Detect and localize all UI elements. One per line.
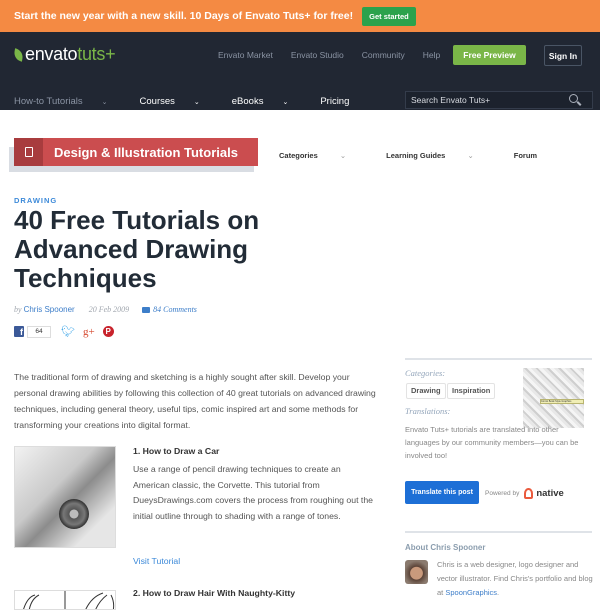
about-author-text: Chris is a web designer, logo designer a…	[437, 558, 597, 600]
publish-date: 20 Feb 2009	[88, 305, 130, 314]
nav-pricing[interactable]: Pricing	[320, 96, 365, 107]
subnav-forum[interactable]: Forum	[514, 151, 537, 160]
chevron-down-icon: ⌄	[282, 99, 289, 106]
chevron-down-icon: ⌄	[339, 151, 347, 160]
article-title: 40 Free Tutorials on Advanced Drawing Te…	[14, 205, 260, 293]
leaf-icon	[13, 47, 24, 62]
category-icon-box	[14, 138, 43, 166]
link-community[interactable]: Community	[362, 50, 405, 60]
document-icon	[24, 147, 33, 157]
free-preview-button[interactable]: Free Preview	[453, 45, 526, 65]
comment-icon	[142, 306, 151, 313]
car-thumbnail[interactable]	[14, 446, 116, 548]
hair-thumbnail[interactable]	[14, 590, 116, 610]
facebook-icon[interactable]: f	[14, 326, 24, 337]
link-help[interactable]: Help	[423, 50, 440, 60]
tag-drawing[interactable]: Drawing	[406, 383, 446, 399]
category-title: Design & Illustration Tutorials	[54, 144, 238, 160]
hair-sketch-image	[23, 591, 115, 609]
nav-label: Courses	[139, 96, 175, 107]
item-title: 1. How to Draw a Car	[133, 446, 220, 456]
powered-by-label: Powered by	[485, 490, 520, 497]
sidebar-divider	[405, 531, 592, 533]
car-wheel-image	[59, 499, 89, 529]
nav-label: eBooks	[231, 96, 264, 107]
article-intro: The traditional form of drawing and sket…	[14, 372, 376, 430]
powered-by-native[interactable]: Powered by native	[485, 488, 564, 499]
link-envato-studio[interactable]: Envato Studio	[291, 50, 344, 60]
link-envato-market[interactable]: Envato Market	[218, 50, 273, 60]
nav-label: How-to Tutorials	[14, 96, 83, 107]
chevron-down-icon: ⌄	[101, 99, 108, 106]
item-title: 2. How to Draw Hair With Naughty-Kitty	[133, 588, 296, 598]
nav-courses[interactable]: Courses ⌄	[140, 96, 216, 107]
subnav-learning-guides[interactable]: Learning Guides ⌄	[386, 151, 494, 160]
native-logo-icon	[524, 488, 534, 499]
envato-tuts-logo[interactable]: envato tuts+	[13, 44, 116, 65]
about-author-title: About Chris Spooner	[405, 543, 486, 552]
spoongraphics-link[interactable]: SpoonGraphics	[445, 588, 497, 597]
author-link[interactable]: Chris Spooner	[24, 305, 75, 314]
social-share: f 64 🐦︎ g+ P	[14, 325, 114, 338]
nav-label: Pricing	[320, 96, 350, 107]
comments-link[interactable]: 84 Comments	[153, 305, 197, 314]
sign-in-button[interactable]: Sign In	[544, 45, 582, 66]
google-plus-icon[interactable]: g+	[83, 326, 95, 338]
facebook-count: 64	[27, 325, 51, 338]
site-header: envato tuts+ Envato Market Envato Studio…	[0, 32, 600, 110]
thumbnail-caption: Comic Book Style Graphics	[540, 399, 584, 404]
chevron-down-icon: ⌄	[193, 99, 200, 106]
translate-post-button[interactable]: Translate this post	[405, 481, 479, 504]
visit-tutorial-link[interactable]: Visit Tutorial	[133, 556, 180, 566]
translations-label: Translations:	[405, 406, 451, 416]
twitter-icon[interactable]: 🐦︎	[61, 325, 75, 338]
sidebar-divider	[405, 358, 592, 360]
search-icon[interactable]	[569, 94, 578, 103]
get-started-button[interactable]: Get started	[362, 6, 416, 26]
sidebar-thumbnail[interactable]: Comic Book Style Graphics	[523, 368, 584, 428]
native-logo-text: native	[536, 488, 564, 499]
main-nav: How-to Tutorials ⌄ Courses ⌄ eBooks ⌄ Prici…	[14, 96, 381, 107]
translations-text: Envato Tuts+ tutorials are translated in…	[405, 425, 579, 460]
nav-how-to-tutorials[interactable]: How-to Tutorials ⌄	[14, 96, 124, 107]
category-subnav: Categories ⌄ Learning Guides ⌄ Forum	[279, 151, 557, 160]
byline: by Chris Spooner 20 Feb 2009 84 Comments	[14, 305, 197, 314]
author-avatar[interactable]	[405, 560, 428, 584]
search-input[interactable]: Search Envato Tuts+	[405, 91, 593, 109]
about-text-end: .	[497, 588, 500, 597]
logo-accent: tuts+	[77, 44, 116, 64]
pinterest-icon[interactable]: P	[102, 326, 114, 337]
by-label: by	[14, 305, 22, 314]
item-description: Use a range of pencil drawing techniques…	[133, 464, 373, 521]
subnav-label: Categories	[279, 151, 318, 160]
tag-inspiration[interactable]: Inspiration	[447, 383, 496, 399]
top-links: Envato Market Envato Studio Community He…	[218, 50, 458, 60]
categories-label: Categories:	[405, 368, 446, 378]
subnav-categories[interactable]: Categories ⌄	[279, 151, 366, 160]
promo-banner: Start the new year with a new skill. 10 …	[0, 0, 600, 32]
subnav-label: Learning Guides	[386, 151, 446, 160]
promo-text: Start the new year with a new skill. 10 …	[14, 10, 354, 22]
category-badge[interactable]: Design & Illustration Tutorials	[14, 138, 258, 166]
chevron-down-icon: ⌄	[467, 151, 474, 160]
article-kicker[interactable]: DRAWING	[14, 196, 57, 205]
nav-ebooks[interactable]: eBooks ⌄	[232, 96, 305, 107]
search-placeholder: Search Envato Tuts+	[411, 95, 491, 105]
logo-main: envato	[25, 44, 78, 64]
